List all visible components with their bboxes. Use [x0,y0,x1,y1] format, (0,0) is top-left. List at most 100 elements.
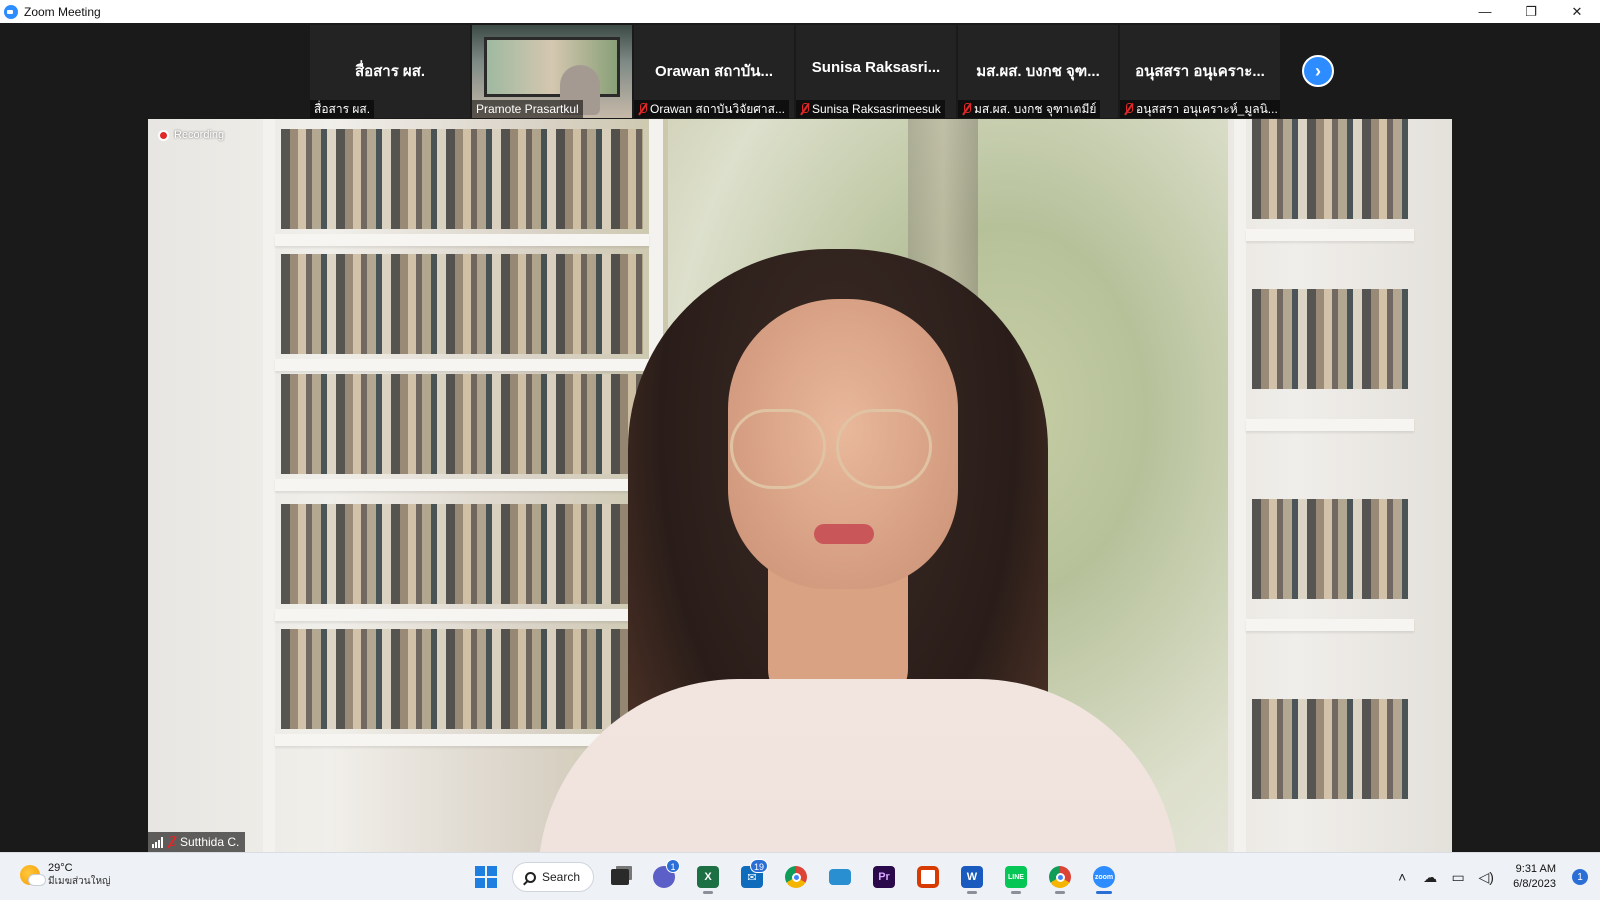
participant-tile[interactable]: Orawan สถาบัน... Orawan สถาบันวิจัยศาส..… [634,25,794,118]
premiere-button[interactable]: Pr [866,859,902,895]
mic-muted-icon [638,103,647,115]
mic-muted-icon [800,103,809,115]
signal-strength-icon [152,836,163,848]
participant-name-label: Sunisa Raksasrimeesuk [796,100,945,118]
notification-badge: 1 [666,859,680,873]
participant-label-text: สื่อสาร ผส. [314,102,371,116]
speaker-name: Sutthida C. [180,835,240,849]
active-speaker-video[interactable]: Recording Sutthida C. [148,119,1452,852]
clock-date: 6/8/2023 [1513,878,1556,890]
participant-display-name: อนุสสรา อนุเคราะ... [1135,63,1265,80]
start-button[interactable] [468,859,504,895]
partly-cloudy-icon [20,865,46,886]
monitor-icon [829,869,851,885]
weather-text: 29°C มีเมฆส่วนใหญ่ [48,861,111,889]
chrome-icon [785,866,807,888]
shelf-board [275,359,649,371]
books-row [281,129,643,229]
minimize-button[interactable]: — [1462,0,1508,23]
taskbar-search[interactable]: Search [512,862,594,892]
chrome-profile-button[interactable] [1042,859,1078,895]
window-title: Zoom Meeting [24,4,101,19]
books-row [1252,289,1408,389]
books-row [281,254,643,354]
word-icon: W [961,866,983,888]
task-view-icon [611,869,629,885]
title-bar: Zoom Meeting — ❐ ✕ [0,0,1600,23]
network-icon[interactable]: ▭ [1449,869,1467,886]
participant-name-label: มส.ผส. บงกช จุฑาเตมีย์ [958,100,1101,118]
clock[interactable]: 9:31 AM 6/8/2023 [1513,862,1556,892]
participant-display-name: Orawan สถาบัน... [654,63,774,80]
teams-chat-button[interactable]: 1 [646,859,682,895]
books-row [281,629,643,729]
zoom-taskbar-button[interactable]: zoom [1086,859,1122,895]
window-controls: — ❐ ✕ [1462,0,1600,23]
books-row [1252,499,1408,599]
participant-label-text: อนุสสรา อนุเคราะห์_มูลนิ... [1136,102,1278,116]
participant-label-text: มส.ผส. บงกช จุฑาเตมีย์ [974,102,1097,116]
taskbar-apps: Search 1 X ✉ 19 Pr W LINE zoom [468,859,1122,895]
volume-icon[interactable]: ◁) [1477,869,1495,886]
bookshelf-right [1234,119,1414,852]
weather-widget[interactable]: 29°C มีเมฆส่วนใหญ่ [20,861,111,889]
zoom-app: Zoom Meeting — ❐ ✕ สื่อสาร ผส. สื่อสาร ผ… [0,0,1600,900]
search-label: Search [542,870,581,884]
office-button[interactable] [910,859,946,895]
weather-desc: มีเมฆส่วนใหญ่ [48,876,111,887]
line-icon: LINE [1005,866,1027,888]
books-row [1252,119,1408,219]
participant-tile[interactable]: มส.ผส. บงกช จุฑ... มส.ผส. บงกช จุฑาเตมีย… [958,25,1118,118]
participant-tile[interactable]: อนุสสรา อนุเคราะ... อนุสสรา อนุเคราะห์_ม… [1120,25,1280,118]
excel-icon: X [697,866,719,888]
notification-count[interactable]: 1 [1572,869,1588,885]
remote-desktop-button[interactable] [822,859,858,895]
speaker-name-label: Sutthida C. [148,832,246,852]
glasses-icon [730,409,826,489]
participant-tile[interactable]: สื่อสาร ผส. สื่อสาร ผส. [310,25,470,118]
clock-time: 9:31 AM [1515,863,1556,875]
participant-name-label: Orawan สถาบันวิจัยศาส... [634,100,789,118]
participant-label-text: Pramote Prasartkul [476,102,579,116]
shelf-board [275,234,649,246]
close-button[interactable]: ✕ [1554,0,1600,23]
zoom-icon: zoom [1093,866,1115,888]
mic-muted-icon [962,103,971,115]
participant-tile[interactable]: Sunisa Raksasri... Sunisa Raksasrimeesuk [796,25,956,118]
books-row [281,374,643,474]
next-page-button[interactable]: › [1302,55,1334,87]
task-view-button[interactable] [602,859,638,895]
participant-name-label: Pramote Prasartkul [472,100,583,118]
participant-label-text: Sunisa Raksasrimeesuk [812,102,941,116]
recording-label: Recording [174,129,225,141]
shelf-board [1246,419,1414,431]
books-row [1252,699,1408,799]
chevron-right-icon: › [1315,60,1321,81]
line-button[interactable]: LINE [998,859,1034,895]
meeting-area: สื่อสาร ผส. สื่อสาร ผส. Pramote Prasartk… [0,23,1600,852]
onedrive-icon[interactable]: ☁ [1421,869,1439,886]
participant-tile-video[interactable]: Pramote Prasartkul [472,25,632,118]
participant-display-name: Sunisa Raksasri... [811,59,941,76]
restore-button[interactable]: ❐ [1508,0,1554,23]
record-icon [158,129,169,141]
windows-taskbar: 29°C มีเมฆส่วนใหญ่ Search 1 X ✉ 19 Pr W … [0,852,1600,900]
speaker-lips [814,524,874,544]
recording-indicator[interactable]: Recording [158,129,224,141]
participant-display-name: มส.ผส. บงกช จุฑ... [976,63,1100,80]
windows-logo-icon [475,866,497,888]
chrome-button[interactable] [778,859,814,895]
search-icon [525,871,536,883]
excel-button[interactable]: X [690,859,726,895]
chevron-up-icon[interactable]: ˄ [1393,869,1411,885]
mic-muted-icon [1124,103,1133,115]
weather-temp: 29°C [48,862,73,874]
premiere-icon: Pr [873,866,895,888]
chrome-profile-icon [1049,866,1071,888]
zoom-logo-icon [4,4,18,19]
office-icon [917,866,939,888]
notification-badge: 19 [749,859,768,873]
mail-button[interactable]: ✉ 19 [734,859,770,895]
word-button[interactable]: W [954,859,990,895]
participant-name-label: สื่อสาร ผส. [310,100,375,118]
